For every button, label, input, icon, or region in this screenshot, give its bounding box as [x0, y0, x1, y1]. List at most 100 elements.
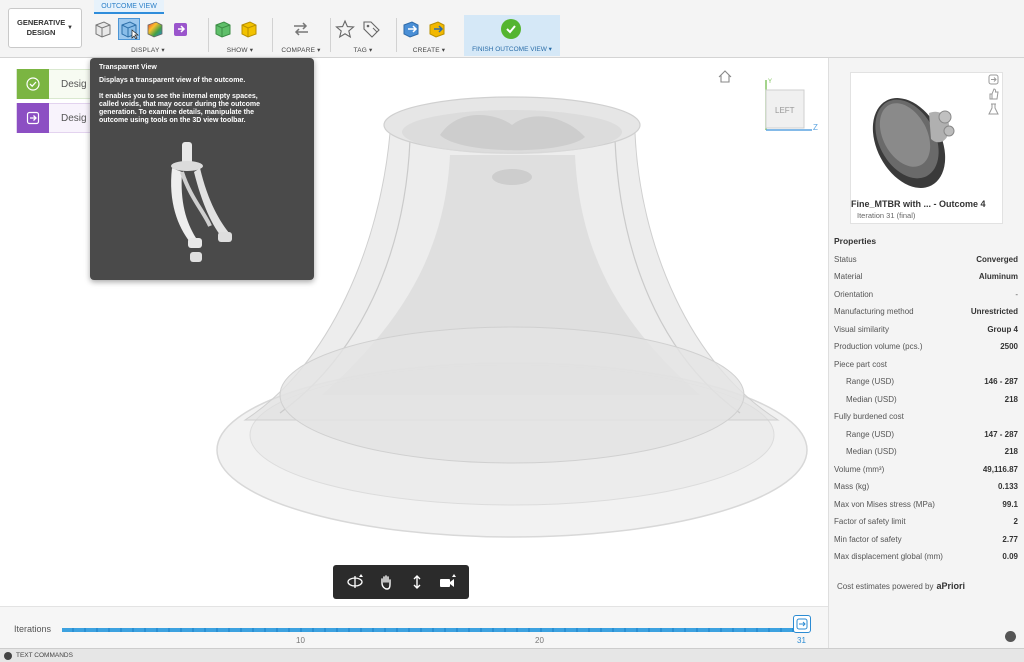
text-commands-bar[interactable]: TEXT COMMANDS — [0, 648, 1024, 662]
workspace-switcher[interactable]: GENERATIVE DESIGN ▼ — [8, 8, 82, 48]
workspace-label: GENERATIVE DESIGN — [17, 18, 66, 37]
outcome-title: Fine_MTBR with ... - Outcome 4 — [851, 199, 986, 209]
property-label: Range (USD) — [846, 377, 895, 386]
text-commands-label: TEXT COMMANDS — [16, 652, 73, 659]
toolbar: GENERATIVE DESIGN ▼ OUTCOME VIEW DISPLAY… — [0, 0, 1024, 58]
divider — [330, 18, 331, 52]
exit-icon — [796, 618, 808, 630]
property-label: Median (USD) — [846, 447, 897, 456]
opaque-view-icon[interactable] — [92, 18, 114, 40]
property-value: Group 4 — [987, 325, 1018, 334]
property-row: Orientation - — [834, 286, 1018, 303]
star-icon[interactable] — [334, 18, 356, 40]
home-icon[interactable] — [718, 70, 732, 85]
flask-icon[interactable] — [988, 103, 999, 115]
tag-icon[interactable] — [360, 18, 382, 40]
property-row: Max von Mises stress (MPa) 99.1 — [834, 496, 1018, 513]
caret-down-icon: ▼ — [67, 25, 73, 31]
stress-view-icon[interactable] — [144, 18, 166, 40]
browser-item-label: Desig — [61, 78, 87, 90]
tooltip-body-line: generation. To examine details, manipula… — [99, 109, 255, 116]
browser-item-design-2[interactable]: Desig — [16, 103, 96, 133]
pan-icon[interactable] — [373, 570, 399, 594]
zoom-icon[interactable] — [404, 570, 430, 594]
properties-heading: Properties — [834, 236, 877, 246]
property-label: Median (USD) — [846, 395, 897, 404]
property-label: Max von Mises stress (MPa) — [834, 500, 935, 509]
powered-by-text: Cost estimates powered by — [837, 581, 934, 591]
outcome-iteration: Iteration 31 (final) — [857, 211, 916, 220]
tooltip-body-line: called voids, that may occur during the … — [99, 101, 261, 108]
expand-icon[interactable] — [4, 651, 12, 660]
property-label: Orientation — [834, 290, 874, 299]
export-icon[interactable] — [988, 74, 999, 85]
property-row: Production volume (pcs.) 2500 — [834, 338, 1018, 355]
property-row: Factor of safety limit 2 — [834, 513, 1018, 530]
tab-outcome-view[interactable]: OUTCOME VIEW — [94, 0, 164, 14]
property-label: Piece part cost — [834, 360, 887, 369]
property-row: Range (USD) 146 - 287 — [834, 373, 1018, 390]
display-label[interactable]: DISPLAY ▾ — [92, 46, 204, 54]
show-label[interactable]: SHOW ▾ — [212, 46, 268, 54]
apriori-logo[interactable]: aPriori — [937, 581, 966, 591]
property-row: Piece part cost — [834, 356, 1018, 373]
property-row: Median (USD) 218 — [834, 443, 1018, 460]
bracket-illustration — [171, 142, 232, 262]
create-label[interactable]: CREATE ▾ — [400, 46, 458, 54]
iterations-timeline: Iterations 10 20 31 — [0, 606, 828, 648]
tag-label[interactable]: TAG ▾ — [334, 46, 392, 54]
iteration-handle[interactable] — [793, 615, 811, 633]
browser-item-design-1[interactable]: Desig — [16, 69, 96, 99]
transparent-view-icon[interactable] — [118, 18, 140, 40]
orbit-icon[interactable] — [342, 570, 368, 594]
export-design-icon[interactable] — [426, 18, 448, 40]
property-row: Max displacement global (mm) 0.09 — [834, 548, 1018, 565]
property-value: 147 - 287 — [984, 430, 1018, 439]
property-value: 2 — [1013, 517, 1018, 526]
property-value: 146 - 287 — [984, 377, 1018, 386]
property-label: Volume (mm³) — [834, 465, 885, 474]
exit-badge-icon — [17, 103, 49, 133]
tick-label: 31 — [797, 636, 806, 645]
check-badge-icon — [17, 69, 49, 99]
compare-label[interactable]: COMPARE ▾ — [278, 46, 324, 54]
tick-label: 20 — [535, 636, 544, 645]
property-value: 2.77 — [1002, 535, 1018, 544]
compare-arrows-icon[interactable] — [290, 18, 312, 40]
tooltip-body-line: outcome using tools on the 3D view toolb… — [99, 117, 246, 124]
tick-label: 10 — [296, 636, 305, 645]
property-value: 218 — [1004, 395, 1018, 404]
compare-group: COMPARE ▾ — [278, 16, 324, 56]
viewcube-face-label: LEFT — [775, 106, 795, 115]
property-label: Factor of safety limit — [834, 517, 906, 526]
property-label: Manufacturing method — [834, 307, 914, 316]
show-body-icon[interactable] — [212, 18, 234, 40]
divider — [208, 18, 209, 52]
tooltip-title: Transparent View — [99, 64, 157, 71]
property-row: Volume (mm³) 49,116.87 — [834, 461, 1018, 478]
property-value: 218 — [1004, 447, 1018, 456]
finish-outcome-view-button[interactable]: FINISH OUTCOME VIEW ▾ — [464, 15, 560, 56]
show-obstacle-icon[interactable] — [238, 18, 260, 40]
property-label: Production volume (pcs.) — [834, 342, 923, 351]
viewcube[interactable]: LEFT Z Y — [760, 76, 820, 134]
iterations-track[interactable] — [62, 628, 796, 632]
like-icon[interactable] — [988, 88, 999, 100]
create-design-icon[interactable] — [400, 18, 422, 40]
property-label: Min factor of safety — [834, 535, 902, 544]
outcome-export-icon[interactable] — [170, 18, 192, 40]
property-row: Mass (kg) 0.133 — [834, 478, 1018, 495]
finish-label: FINISH OUTCOME VIEW ▾ — [472, 46, 552, 53]
property-value: Aluminum — [978, 272, 1018, 281]
property-row: Status Converged — [834, 251, 1018, 268]
camera-icon[interactable] — [435, 570, 461, 594]
property-value: 2500 — [1000, 342, 1018, 351]
property-value: 0.133 — [997, 482, 1018, 491]
help-icon[interactable] — [1005, 631, 1016, 642]
divider — [396, 18, 397, 52]
property-row: Manufacturing method Unrestricted — [834, 303, 1018, 320]
property-value: - — [1015, 290, 1018, 299]
tooltip-body-line: It enables you to see the internal empty… — [99, 93, 258, 100]
property-label: Range (USD) — [846, 430, 895, 439]
property-value: Unrestricted — [970, 307, 1018, 316]
